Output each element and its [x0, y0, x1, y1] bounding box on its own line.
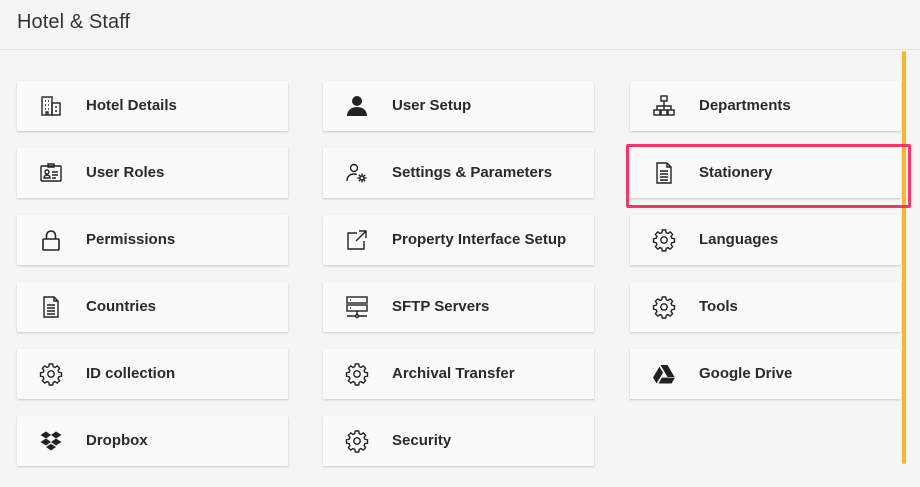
tile-stationery[interactable]: Stationery: [626, 144, 911, 208]
tile-label: Stationery: [699, 164, 773, 181]
tile-google-drive[interactable]: Google Drive: [630, 349, 901, 399]
page-title: Hotel & Staff: [17, 11, 131, 33]
tile-label: ID collection: [86, 365, 176, 382]
gear-icon: [652, 295, 676, 319]
tile-label: Google Drive: [699, 365, 793, 382]
tile-user-roles[interactable]: User Roles: [17, 148, 288, 198]
page-header: Hotel & Staff: [0, 0, 920, 50]
tile-label: User Setup: [392, 97, 472, 114]
tile-label: Tools: [699, 298, 738, 315]
user-gear-icon: [345, 161, 369, 185]
lock-icon: [39, 228, 63, 252]
tile-languages[interactable]: Languages: [630, 215, 901, 265]
tile-label: Security: [392, 432, 452, 449]
org-chart-icon: [652, 94, 676, 118]
tile-label: Hotel Details: [86, 97, 177, 114]
tile-settings-parameters[interactable]: Settings & Parameters: [323, 148, 594, 198]
dropbox-icon: [39, 429, 63, 453]
google-drive-icon: [652, 362, 676, 386]
tile-label: Countries: [86, 298, 157, 315]
tile-dropbox[interactable]: Dropbox: [17, 416, 288, 466]
user-icon: [345, 94, 369, 118]
server-icon: [345, 295, 369, 319]
tile-countries[interactable]: Countries: [17, 282, 288, 332]
tile-sftp-servers[interactable]: SFTP Servers: [323, 282, 594, 332]
tile-label: Property Interface Setup: [392, 231, 567, 248]
tile-label: Settings & Parameters: [392, 164, 553, 181]
tile-label: Dropbox: [86, 432, 148, 449]
document-icon: [652, 161, 676, 185]
gear-icon: [39, 362, 63, 386]
document-icon: [39, 295, 63, 319]
tile-permissions[interactable]: Permissions: [17, 215, 288, 265]
tile-label: User Roles: [86, 164, 165, 181]
id-card-icon: [39, 161, 63, 185]
tile-tools[interactable]: Tools: [630, 282, 901, 332]
tile-property-interface-setup[interactable]: Property Interface Setup: [323, 215, 594, 265]
tile-label: Permissions: [86, 231, 176, 248]
tile-archival-transfer[interactable]: Archival Transfer: [323, 349, 594, 399]
tile-label: SFTP Servers: [392, 298, 490, 315]
tile-user-setup[interactable]: User Setup: [323, 81, 594, 131]
tile-label: Archival Transfer: [392, 365, 515, 382]
gear-icon: [345, 429, 369, 453]
tile-security[interactable]: Security: [323, 416, 594, 466]
tile-departments[interactable]: Departments: [630, 81, 901, 131]
tile-label: Departments: [699, 97, 791, 114]
building-icon: [39, 94, 63, 118]
external-link-icon: [345, 228, 369, 252]
gear-icon: [345, 362, 369, 386]
scrollbar[interactable]: [902, 51, 906, 464]
tile-label: Languages: [699, 231, 779, 248]
tile-hotel-details[interactable]: Hotel Details: [17, 81, 288, 131]
tile-id-collection[interactable]: ID collection: [17, 349, 288, 399]
gear-icon: [652, 228, 676, 252]
